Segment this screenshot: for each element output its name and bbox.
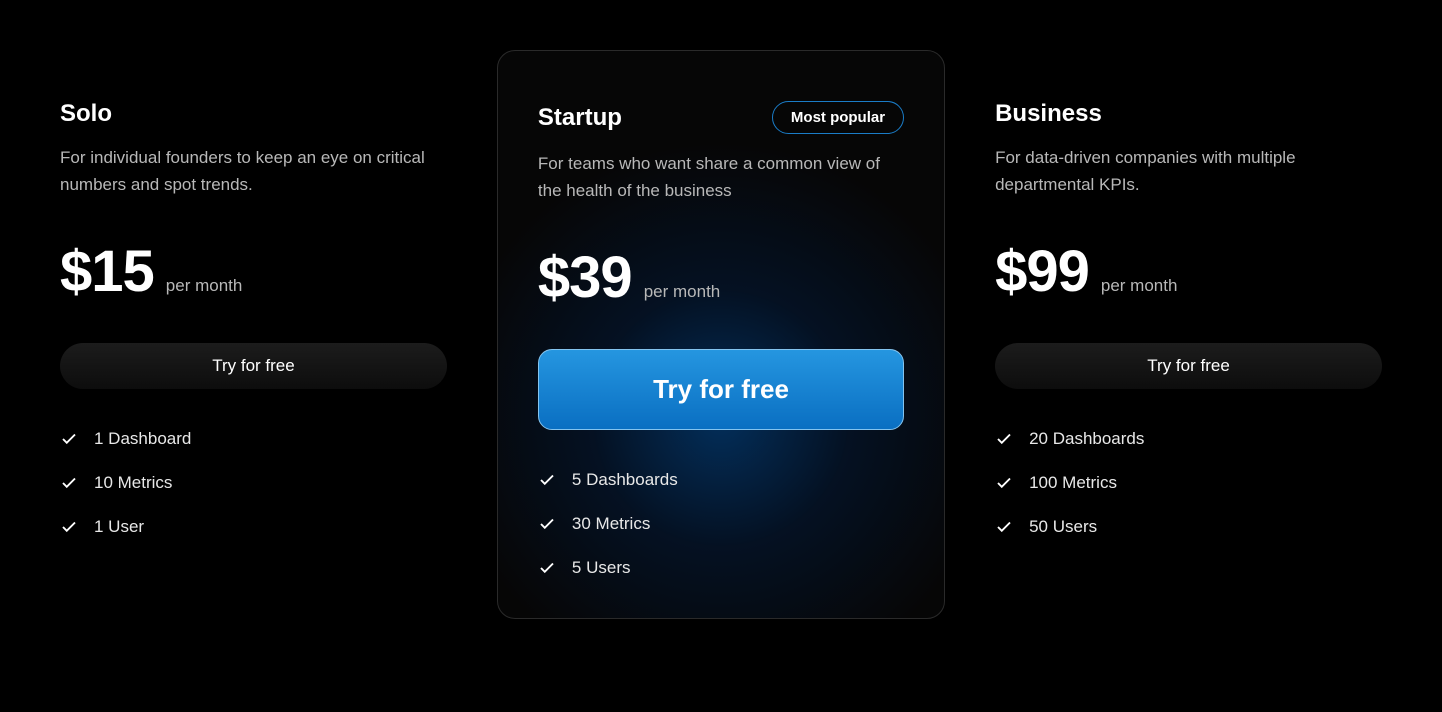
most-popular-badge: Most popular [772, 101, 904, 134]
check-icon [60, 518, 78, 536]
price-period: per month [644, 282, 721, 302]
feature-list: 5 Dashboards 30 Metrics 5 Users [538, 470, 904, 578]
feature-item: 50 Users [995, 517, 1382, 537]
check-icon [995, 430, 1013, 448]
price: $99 [995, 238, 1089, 305]
price-row: $99 per month [995, 238, 1382, 305]
feature-item: 1 User [60, 517, 447, 537]
plan-name: Business [995, 100, 1102, 128]
feature-text: 5 Dashboards [572, 470, 678, 490]
feature-item: 5 Users [538, 558, 904, 578]
price: $39 [538, 244, 632, 311]
feature-text: 5 Users [572, 558, 631, 578]
feature-item: 30 Metrics [538, 514, 904, 534]
check-icon [60, 474, 78, 492]
price-period: per month [1101, 276, 1178, 296]
plan-name: Startup [538, 104, 622, 132]
check-icon [538, 471, 556, 489]
feature-item: 20 Dashboards [995, 429, 1382, 449]
check-icon [538, 515, 556, 533]
check-icon [60, 430, 78, 448]
try-for-free-button-business[interactable]: Try for free [995, 343, 1382, 389]
price-row: $15 per month [60, 238, 447, 305]
plan-header: Startup Most popular [538, 101, 904, 134]
plan-header: Business [995, 100, 1382, 128]
pricing-container: Solo For individual founders to keep an … [0, 0, 1442, 669]
try-for-free-button-startup[interactable]: Try for free [538, 349, 904, 430]
plan-card-startup: Startup Most popular For teams who want … [497, 50, 945, 619]
plan-description: For teams who want share a common view o… [538, 150, 904, 204]
plan-card-solo: Solo For individual founders to keep an … [60, 50, 447, 577]
plan-name: Solo [60, 100, 112, 128]
feature-item: 5 Dashboards [538, 470, 904, 490]
price-row: $39 per month [538, 244, 904, 311]
plan-description: For data-driven companies with multiple … [995, 144, 1382, 198]
feature-item: 1 Dashboard [60, 429, 447, 449]
try-for-free-button-solo[interactable]: Try for free [60, 343, 447, 389]
check-icon [538, 559, 556, 577]
feature-text: 50 Users [1029, 517, 1097, 537]
feature-text: 1 User [94, 517, 144, 537]
feature-item: 10 Metrics [60, 473, 447, 493]
plan-card-business: Business For data-driven companies with … [995, 50, 1382, 577]
feature-text: 100 Metrics [1029, 473, 1117, 493]
feature-list: 1 Dashboard 10 Metrics 1 User [60, 429, 447, 537]
feature-text: 30 Metrics [572, 514, 650, 534]
feature-text: 10 Metrics [94, 473, 172, 493]
check-icon [995, 518, 1013, 536]
feature-text: 1 Dashboard [94, 429, 191, 449]
plan-description: For individual founders to keep an eye o… [60, 144, 447, 198]
plan-header: Solo [60, 100, 447, 128]
check-icon [995, 474, 1013, 492]
price: $15 [60, 238, 154, 305]
price-period: per month [166, 276, 243, 296]
feature-list: 20 Dashboards 100 Metrics 50 Users [995, 429, 1382, 537]
feature-text: 20 Dashboards [1029, 429, 1144, 449]
feature-item: 100 Metrics [995, 473, 1382, 493]
